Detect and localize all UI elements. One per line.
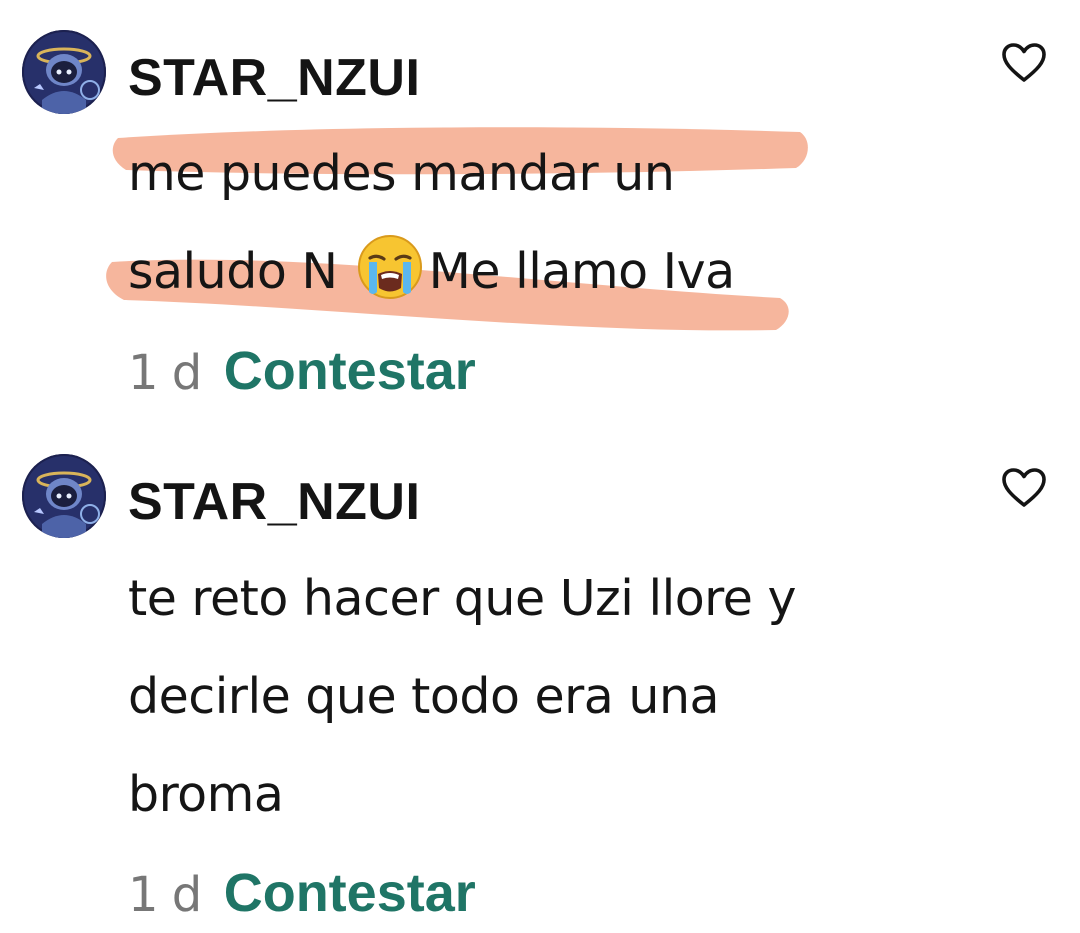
comment-text: me puedes mandar un saludo N Me llamo Iv…	[128, 125, 928, 321]
comment-username[interactable]: STAR_NZUI	[128, 52, 420, 104]
comment-text-line: saludo N Me llamo Iva	[128, 223, 928, 321]
comment-timestamp: 1 d	[128, 867, 202, 923]
comment-item: STAR_NZUI me puedes mandar un saludo N M…	[0, 0, 1080, 420]
comment-text-line: me puedes mandar un	[128, 145, 675, 202]
comment-timestamp: 1 d	[128, 345, 202, 401]
comment-text: te reto hacer que Uzi llore y decirle qu…	[128, 550, 928, 844]
heart-outline-icon[interactable]	[998, 465, 1050, 511]
comment-item: STAR_NZUI te reto hacer que Uzi llore y …	[0, 420, 1080, 933]
crying-face-emoji-icon	[355, 232, 425, 302]
reply-button[interactable]: Contestar	[224, 863, 476, 923]
comment-text-segment: Me llamo Iva	[428, 243, 736, 300]
comment-text-line: broma	[128, 766, 284, 823]
heart-outline-icon[interactable]	[998, 40, 1050, 86]
user-avatar[interactable]	[22, 30, 106, 114]
comment-meta: 1 d Contestar	[128, 866, 476, 920]
comment-text-line: te reto hacer que Uzi llore y	[128, 570, 796, 627]
comment-text-segment: saludo N	[128, 243, 338, 300]
comment-text-line: decirle que todo era una	[128, 668, 720, 725]
user-avatar[interactable]	[22, 454, 106, 538]
comment-meta: 1 d Contestar	[128, 344, 476, 398]
comment-username[interactable]: STAR_NZUI	[128, 476, 420, 528]
reply-button[interactable]: Contestar	[224, 341, 476, 401]
